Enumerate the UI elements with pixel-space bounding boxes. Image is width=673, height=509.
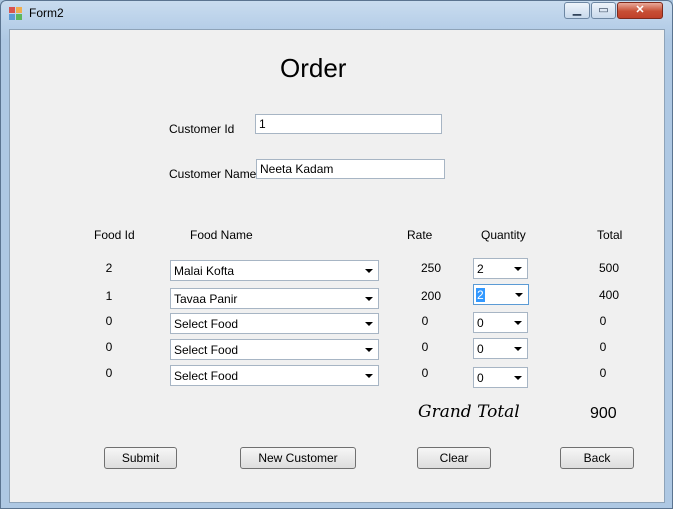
maximize-button[interactable]: ▭	[591, 2, 616, 19]
rate-cell: 0	[421, 314, 429, 328]
quantity-value: 2	[476, 288, 485, 302]
window-title: Form2	[29, 6, 64, 20]
form2-window: Form2 ▁ ▭ ✕ Order Customer Id Customer N…	[0, 0, 673, 509]
clear-button[interactable]: Clear	[417, 447, 491, 469]
chevron-down-icon	[514, 376, 522, 380]
food-name-dropdown[interactable]: Select Food	[170, 365, 379, 386]
rate-cell: 200	[420, 289, 442, 303]
food-name-dropdown[interactable]: Select Food	[170, 313, 379, 334]
chevron-down-icon	[365, 322, 373, 326]
customer-id-label: Customer Id	[169, 122, 235, 136]
chevron-down-icon	[365, 297, 373, 301]
food-name-dropdown[interactable]: Tavaa Panir	[170, 288, 379, 309]
food-id-cell: 2	[105, 261, 113, 275]
form-client-area: Order Customer Id Customer Name Food Id …	[9, 29, 665, 503]
food-name-dropdown[interactable]: Malai Kofta	[170, 260, 379, 281]
chevron-down-icon	[365, 348, 373, 352]
total-cell: 500	[598, 261, 620, 275]
quantity-dropdown[interactable]: 2	[473, 258, 528, 279]
food-name-value: Tavaa Panir	[174, 292, 238, 306]
total-cell: 0	[599, 340, 607, 354]
chevron-down-icon	[514, 267, 522, 271]
food-name-value: Select Food	[174, 369, 239, 383]
quantity-header: Quantity	[481, 228, 526, 242]
chevron-down-icon	[514, 321, 522, 325]
food-name-value: Select Food	[174, 317, 239, 331]
grand-total-label: Grand Total	[418, 402, 520, 422]
total-cell: 0	[599, 314, 607, 328]
customer-name-label: Customer Name	[169, 167, 257, 181]
food-id-cell: 0	[105, 366, 113, 380]
chevron-down-icon	[514, 347, 522, 351]
close-button[interactable]: ✕	[617, 2, 663, 19]
grand-total-value: 900	[590, 405, 617, 422]
food-id-cell: 0	[105, 314, 113, 328]
food-id-header: Food Id	[94, 228, 135, 242]
rate-cell: 0	[421, 340, 429, 354]
new-customer-button[interactable]: New Customer	[240, 447, 356, 469]
submit-button[interactable]: Submit	[104, 447, 177, 469]
total-cell: 0	[599, 366, 607, 380]
customer-name-field[interactable]	[256, 159, 445, 179]
food-name-dropdown[interactable]: Select Food	[170, 339, 379, 360]
quantity-dropdown[interactable]: 2	[473, 284, 529, 305]
total-cell: 400	[598, 288, 620, 302]
food-name-value: Select Food	[174, 343, 239, 357]
chevron-down-icon	[365, 269, 373, 273]
customer-id-field[interactable]	[255, 114, 442, 134]
rate-cell: 250	[420, 261, 442, 275]
chevron-down-icon	[365, 374, 373, 378]
quantity-dropdown[interactable]: 0	[473, 312, 528, 333]
quantity-dropdown[interactable]: 0	[473, 367, 528, 388]
quantity-value: 2	[477, 262, 484, 276]
food-name-header: Food Name	[190, 228, 253, 242]
quantity-dropdown[interactable]: 0	[473, 338, 528, 359]
quantity-value: 0	[477, 316, 484, 330]
chevron-down-icon	[515, 293, 523, 297]
quantity-value: 0	[477, 342, 484, 356]
total-header: Total	[597, 228, 623, 242]
title-bar[interactable]: Form2 ▁ ▭ ✕	[1, 1, 672, 26]
minimize-button[interactable]: ▁	[564, 2, 590, 19]
food-name-value: Malai Kofta	[174, 264, 235, 278]
back-button[interactable]: Back	[560, 447, 634, 469]
app-icon	[9, 7, 23, 21]
quantity-value: 0	[477, 371, 484, 385]
rate-header: Rate	[407, 228, 433, 242]
page-title: Order	[280, 53, 347, 83]
food-id-cell: 0	[105, 340, 113, 354]
rate-cell: 0	[421, 366, 429, 380]
food-id-cell: 1	[105, 289, 113, 303]
